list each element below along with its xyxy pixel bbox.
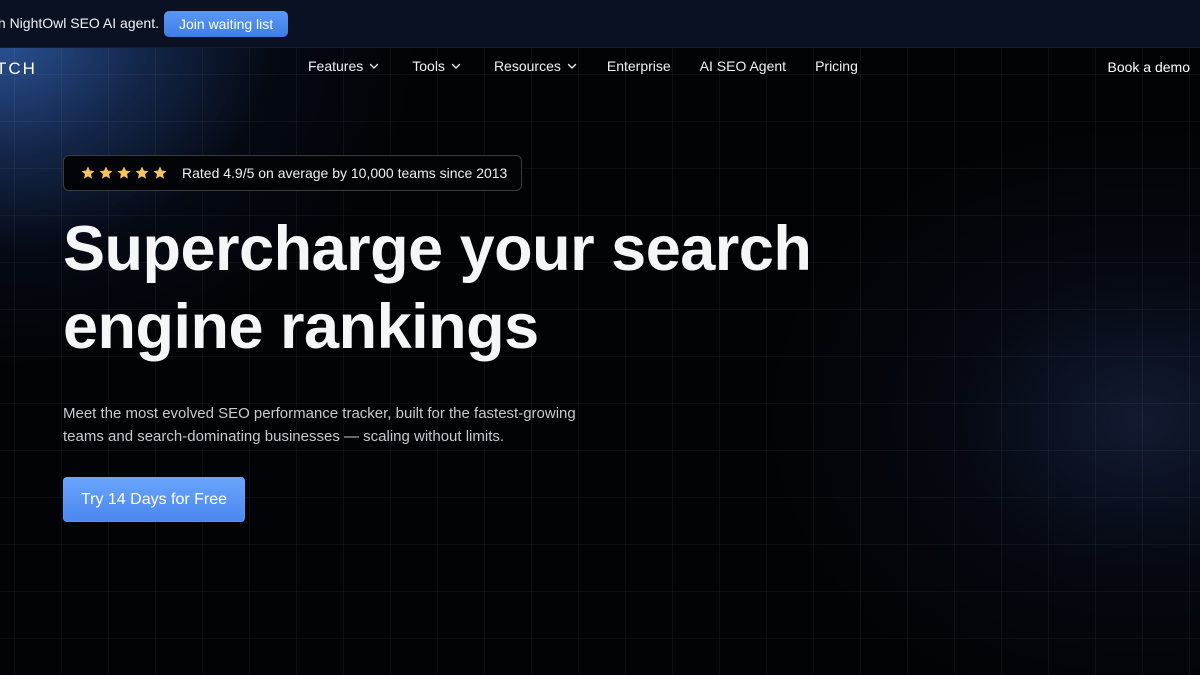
- rating-text: Rated 4.9/5 on average by 10,000 teams s…: [182, 165, 508, 181]
- subcopy-line: Meet the most evolved SEO performance tr…: [63, 405, 576, 422]
- hero-headline: Supercharge your search engine rankings: [63, 210, 812, 366]
- try-free-button[interactable]: Try 14 Days for Free: [63, 477, 245, 522]
- headline-line: Supercharge your search: [63, 214, 812, 284]
- nav-item-resources[interactable]: Resources: [494, 58, 577, 74]
- star-icon: [134, 165, 150, 181]
- nav-menu: Features Tools Resources Enterprise AI S…: [308, 58, 858, 74]
- nav-item-tools[interactable]: Tools: [412, 58, 461, 74]
- nav-item-label: AI SEO Agent: [699, 58, 787, 74]
- chevron-down-icon: [567, 61, 577, 71]
- book-demo-link[interactable]: Book a demo: [1108, 59, 1191, 75]
- nav-item-enterprise[interactable]: Enterprise: [607, 58, 671, 74]
- hero-subcopy: Meet the most evolved SEO performance tr…: [63, 402, 576, 448]
- announcement-bar: th NightOwl SEO AI agent. Join waiting l…: [0, 0, 1200, 48]
- star-icon: [116, 165, 132, 181]
- nav-item-label: Tools: [412, 58, 445, 74]
- announcement-text: th NightOwl SEO AI agent.: [0, 15, 159, 31]
- subcopy-line: teams and search-dominating businesses —…: [63, 428, 505, 445]
- nav-item-label: Features: [308, 58, 364, 74]
- chevron-down-icon: [451, 61, 461, 71]
- page: th NightOwl SEO AI agent. Join waiting l…: [0, 0, 1200, 675]
- nav-item-label: Enterprise: [606, 58, 671, 74]
- rating-stars: [80, 165, 168, 181]
- rating-badge: Rated 4.9/5 on average by 10,000 teams s…: [63, 155, 523, 191]
- nav-item-features[interactable]: Features: [308, 58, 379, 74]
- star-icon: [152, 165, 168, 181]
- nav-item-ai-seo-agent[interactable]: AI SEO Agent: [700, 58, 786, 74]
- nav-item-label: Pricing: [815, 58, 858, 74]
- top-nav: TCH Features Tools Resources Enterprise …: [0, 48, 1200, 86]
- headline-line: engine rankings: [63, 292, 539, 362]
- star-icon: [98, 165, 114, 181]
- logo[interactable]: TCH: [0, 59, 37, 79]
- star-icon: [80, 165, 96, 181]
- chevron-down-icon: [369, 61, 379, 71]
- nav-item-label: Resources: [493, 58, 561, 74]
- nav-item-pricing[interactable]: Pricing: [815, 58, 858, 74]
- join-waiting-list-button[interactable]: Join waiting list: [164, 11, 289, 37]
